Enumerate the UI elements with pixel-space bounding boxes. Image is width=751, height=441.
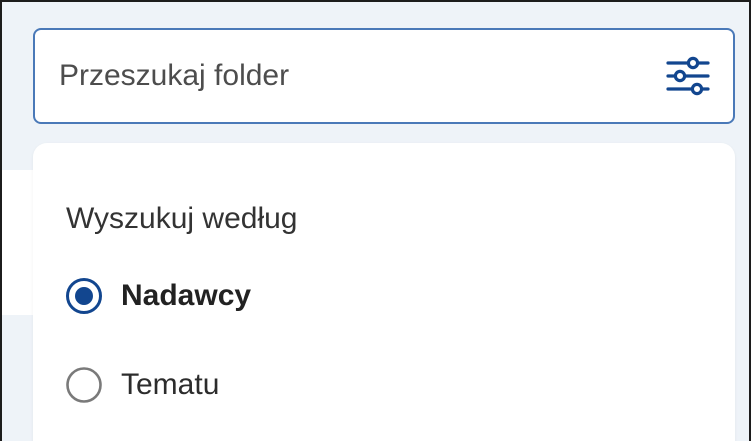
radio-option-subject[interactable]: Tematu [65, 365, 219, 405]
radio-option-label: Tematu [121, 368, 220, 401]
filter-button[interactable] [663, 51, 713, 101]
sliders-icon [666, 56, 710, 96]
radio-unchecked-icon [66, 367, 102, 403]
radio-option-label: Nadawcy [121, 279, 252, 312]
search-bar [33, 28, 735, 124]
search-input[interactable] [59, 59, 663, 93]
search-by-heading: Wyszukuj według [66, 202, 298, 235]
radio-checked-icon [66, 278, 102, 314]
app-frame: Wyszukuj według Nadawcy Tematu [0, 0, 751, 441]
background-strip [2, 170, 36, 315]
radio-option-sender[interactable]: Nadawcy [65, 276, 251, 316]
search-options-panel: Wyszukuj według Nadawcy Tematu [33, 143, 735, 441]
